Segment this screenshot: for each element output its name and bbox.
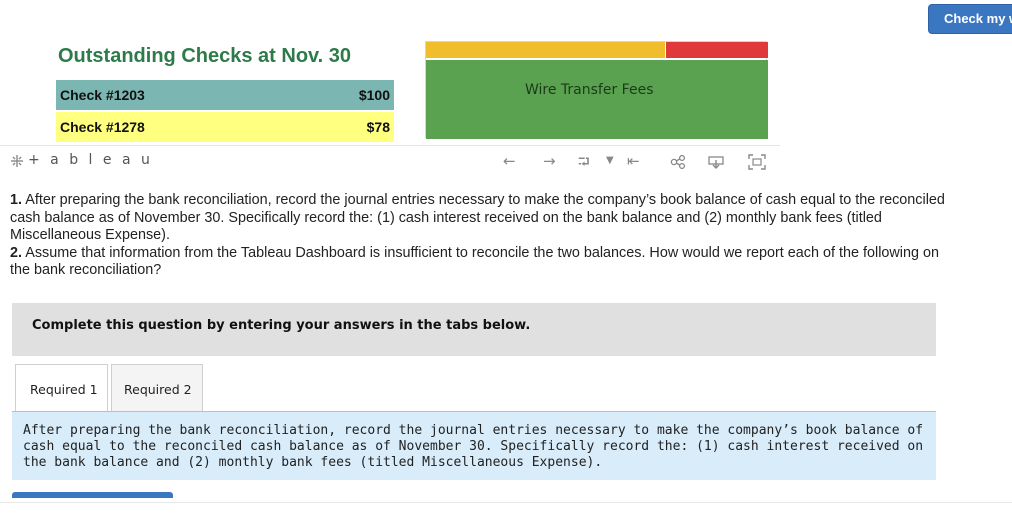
- viz-title: Outstanding Checks at Nov. 30: [58, 45, 352, 67]
- tab-required-2[interactable]: Required 2: [111, 364, 203, 412]
- dropdown-icon[interactable]: ▼: [606, 155, 614, 166]
- part-number: 1.: [10, 192, 23, 208]
- download-icon[interactable]: [708, 154, 724, 170]
- bottom-tab-indicator: [12, 492, 173, 498]
- complete-prompt-box: Complete this question by entering your …: [12, 303, 936, 356]
- question-part-1: 1. After preparing the bank reconciliati…: [10, 192, 955, 245]
- check-row-1203[interactable]: Check #1203 $100: [56, 80, 394, 110]
- fullscreen-icon[interactable]: [748, 154, 766, 170]
- fees-treemap: Wire Transfer Fees: [425, 41, 768, 139]
- question-text: 1. After preparing the bank reconciliati…: [10, 192, 955, 280]
- tab-label: Required 1: [30, 382, 98, 397]
- tab-required-1[interactable]: Required 1: [15, 364, 108, 413]
- share-icon[interactable]: [670, 155, 686, 169]
- treemap-cell-yellow[interactable]: [426, 42, 665, 58]
- part-number: 2.: [10, 244, 23, 261]
- instructions-text: After preparing the bank reconciliation,…: [23, 423, 924, 470]
- part-text: After preparing the bank reconciliation,…: [10, 192, 945, 243]
- check-label: Check #1278: [60, 119, 145, 135]
- complete-prompt: Complete this question by entering your …: [32, 318, 531, 333]
- part-text: Assume that information from the Tableau…: [10, 244, 940, 279]
- check-label: Check #1203: [60, 87, 145, 103]
- check-amount: $100: [358, 87, 390, 103]
- check-row-1278[interactable]: Check #1278 $78: [56, 112, 394, 142]
- redo-icon[interactable]: →: [543, 152, 556, 170]
- tableau-logo-text: + a b l e a u: [28, 152, 153, 168]
- check-my-work-button[interactable]: Check my work: [928, 4, 1012, 34]
- reset-icon[interactable]: ⇤: [627, 152, 640, 170]
- treemap-cell-red[interactable]: [666, 42, 768, 58]
- instructions-box: After preparing the bank reconciliation,…: [12, 411, 936, 480]
- revert-icon[interactable]: ⮒: [578, 152, 590, 177]
- check-amount: $78: [366, 119, 390, 135]
- tableau-logo-icon: [11, 155, 23, 167]
- treemap-cell-wire-transfer[interactable]: Wire Transfer Fees: [426, 60, 768, 139]
- undo-icon[interactable]: ←: [503, 152, 516, 170]
- question-part-2: 2. Assume that information from the Tabl…: [10, 245, 955, 280]
- tableau-toolbar: + a b l e a u ← → ⮒ ▼ ⇤: [0, 145, 780, 173]
- divider: [0, 502, 1012, 503]
- tab-label: Required 2: [124, 382, 192, 397]
- wire-transfer-label: Wire Transfer Fees: [525, 82, 654, 98]
